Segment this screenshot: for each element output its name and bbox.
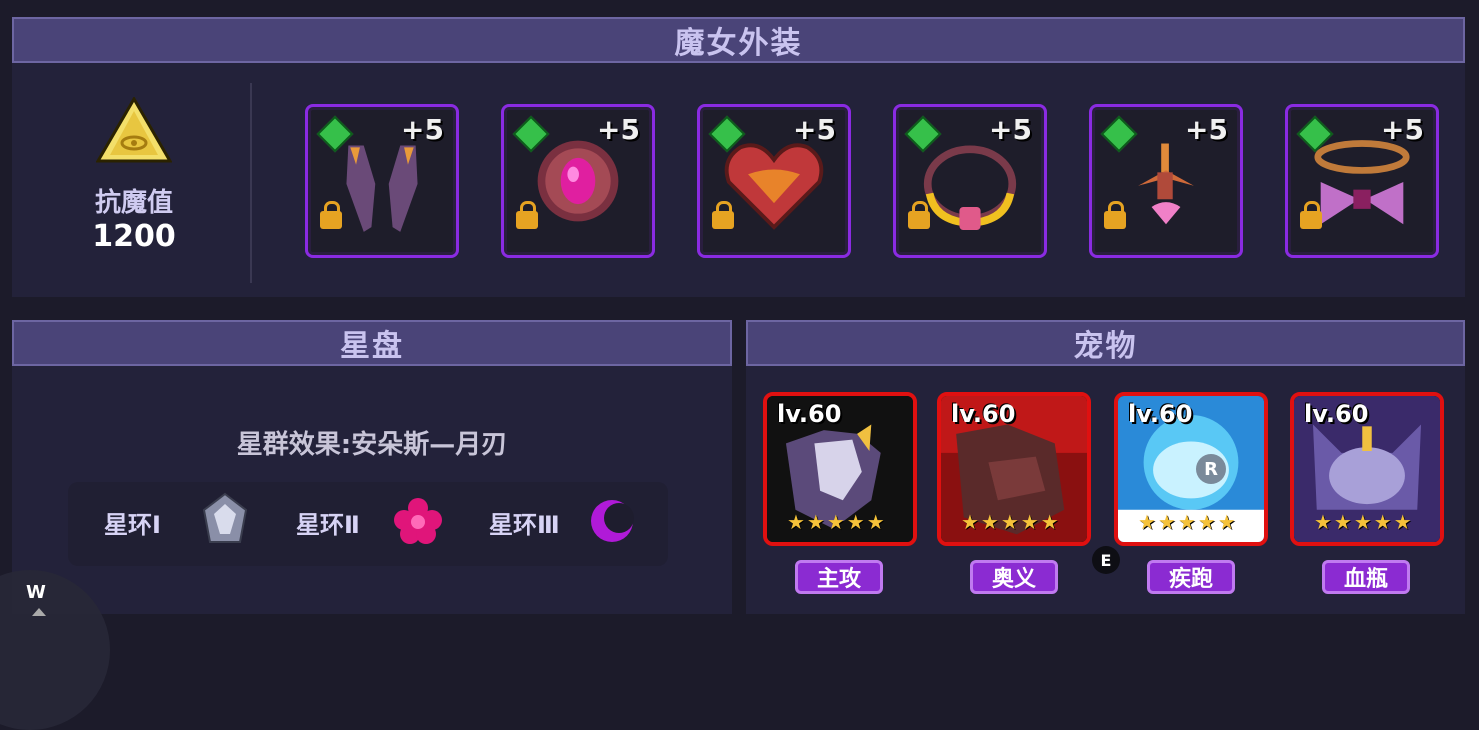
star-disk-title: 星盘: [12, 320, 732, 366]
pet-stars: ★★★★★: [961, 510, 1061, 534]
resist-value: 1200: [92, 219, 176, 254]
slot-bonus: +5: [1381, 113, 1424, 146]
slot-bonus: +5: [597, 113, 640, 146]
pink-flower-icon[interactable]: [394, 496, 442, 546]
pet-level: lv.60: [777, 400, 842, 428]
resist-icon: [95, 96, 173, 165]
pet-level: lv.60: [1304, 400, 1369, 428]
outfit-slot-heart[interactable]: +5: [697, 104, 851, 258]
lock-icon: [320, 201, 342, 229]
slot-bonus: +5: [1185, 113, 1228, 146]
outfit-slot-core-gem[interactable]: +5: [501, 104, 655, 258]
silver-crystal-icon[interactable]: [200, 492, 250, 548]
pet-role-tag-3[interactable]: 疾跑: [1147, 560, 1235, 594]
key-hint-e: E: [1092, 546, 1120, 574]
resist-label: 抗魔值: [94, 188, 173, 218]
star-ring-3-label[interactable]: 星环Ⅲ: [489, 505, 560, 540]
lock-icon: [1104, 201, 1126, 229]
pet-level: lv.60: [951, 400, 1016, 428]
key-hint-w: W: [26, 582, 46, 603]
star-group-effect: 星群效果:安朵斯—月刃: [236, 430, 508, 460]
slot-bonus: +5: [401, 113, 444, 146]
pet-role-tag-2[interactable]: 奥义: [970, 560, 1058, 594]
star-disk-panel: 星盘 星群效果:安朵斯—月刃: [12, 320, 732, 614]
pet-role-tag-4[interactable]: 血瓶: [1322, 560, 1410, 594]
pet-role-tag-1[interactable]: 主攻: [795, 560, 883, 594]
slot-bonus: +5: [989, 113, 1032, 146]
pet-stars: ★★★★★: [787, 510, 887, 534]
pet-stars: ★★★★★: [1314, 510, 1414, 534]
pet-card-4[interactable]: lv.60 ★★★★★: [1290, 392, 1444, 546]
purple-moon-icon[interactable]: [588, 496, 636, 546]
pet-card-3[interactable]: lv.60 R ★★★★★: [1114, 392, 1268, 546]
lock-icon: [1300, 201, 1322, 229]
outfit-slot-ring-necklace[interactable]: +5: [893, 104, 1047, 258]
outfit-slot-bow-headband[interactable]: +5: [1285, 104, 1439, 258]
witch-outfit-title: 魔女外装: [12, 17, 1465, 63]
outfit-slot-horns[interactable]: +5: [305, 104, 459, 258]
pet-stars: ★★★★★: [1138, 510, 1238, 534]
star-ring-1-label[interactable]: 星环Ⅰ: [104, 505, 161, 540]
divider: [250, 83, 252, 283]
lock-icon: [908, 201, 930, 229]
slot-bonus: +5: [793, 113, 836, 146]
pet-level: lv.60: [1128, 400, 1193, 428]
outfit-slot-pendant[interactable]: +5: [1089, 104, 1243, 258]
r-badge: R: [1196, 454, 1226, 484]
star-ring-2-label[interactable]: 星环Ⅱ: [296, 505, 360, 540]
up-arrow-icon: [32, 608, 46, 616]
pet-card-1[interactable]: lv.60 ★★★★★: [763, 392, 917, 546]
pet-card-2[interactable]: lv.60 ★★★★★: [937, 392, 1091, 546]
lock-icon: [516, 201, 538, 229]
pets-title: 宠物: [746, 320, 1465, 366]
lock-icon: [712, 201, 734, 229]
